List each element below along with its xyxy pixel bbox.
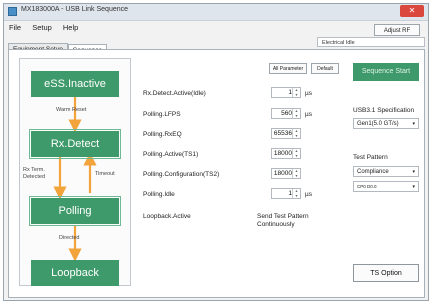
param-label-polling-active: Polling.Active(TS1) <box>143 151 199 158</box>
tab-strip: Equipment SetupSequence <box>8 37 108 56</box>
menu-bar: File Setup Help Adjust RF <box>4 21 428 36</box>
param-input-polling-idle[interactable]: 1 ▲ ▼ <box>271 188 301 199</box>
label-directed: Directed <box>59 235 80 241</box>
param-label-loopback-active: Loopback.Active <box>143 213 191 220</box>
label-rx-term: Rx Term. <box>23 167 45 173</box>
usb-spec-label: USB3.1 Specification <box>353 107 415 114</box>
sequence-start-button[interactable]: Sequence Start <box>353 63 419 81</box>
adjust-rf-button[interactable]: Adjust RF <box>374 24 420 36</box>
close-button[interactable]: ✕ <box>400 5 424 17</box>
param-label-rx-detect: Rx.Detect.Active(Idle) <box>143 90 206 97</box>
param-value: 65536 <box>273 130 292 137</box>
chevron-down-icon: ▾ <box>412 184 415 190</box>
param-label-polling-idle: Polling.Idle <box>143 191 175 198</box>
state-ess-inactive[interactable]: eSS.Inactive <box>31 71 119 97</box>
param-label-polling-config: Polling.Configuration(TS2) <box>143 171 220 178</box>
label-warm-reset: Warm Reset <box>56 107 87 113</box>
param-unit: µs <box>305 191 312 198</box>
usb-spec-select[interactable]: Gen1(5.0 GT/s) ▾ <box>353 118 419 129</box>
state-polling[interactable]: Polling <box>29 196 121 226</box>
menu-help[interactable]: Help <box>58 21 82 32</box>
spin-arrows-icon[interactable]: ▲ ▼ <box>292 129 300 138</box>
param-unit: µs <box>305 90 312 97</box>
param-input-polling-active[interactable]: 18000 ▲ ▼ <box>271 148 301 159</box>
chevron-down-icon: ▾ <box>412 121 415 127</box>
param-label-polling-lfps: Polling.LFPS <box>143 111 181 118</box>
pattern-sub-select[interactable]: CP0 D0.0 ▾ <box>353 181 419 192</box>
param-input-polling-config[interactable]: 18000 ▲ ▼ <box>271 168 301 179</box>
ltssm-state-field: Electrical Idle <box>317 37 425 47</box>
label-timeout: Timeout <box>95 171 115 177</box>
param-value: 18000 <box>273 150 292 157</box>
param-input-rx-detect[interactable]: 1 ▲ ▼ <box>271 87 301 98</box>
param-value: 560 <box>281 110 292 117</box>
param-value: 18000 <box>273 170 292 177</box>
spin-arrows-icon[interactable]: ▲ ▼ <box>292 189 300 198</box>
all-parameter-button[interactable]: All Parameter <box>269 63 307 74</box>
ltssm-diagram: eSS.Inactive Warm Reset Rx.Detect Rx Ter… <box>19 58 131 286</box>
window-title: MX183000A - USB Link Sequence <box>21 6 129 13</box>
default-button[interactable]: Default <box>311 63 339 74</box>
state-loopback[interactable]: Loopback <box>31 260 119 286</box>
chevron-down-icon: ▾ <box>412 169 415 175</box>
app-window: MX183000A - USB Link Sequence ✕ File Set… <box>3 3 429 301</box>
loopback-description: Send Test Pattern Continuously <box>257 213 309 228</box>
test-pattern-select[interactable]: Compliance ▾ <box>353 166 419 177</box>
sequence-panel: eSS.Inactive Warm Reset Rx.Detect Rx Ter… <box>8 49 425 298</box>
app-icon <box>8 7 17 16</box>
menu-file[interactable]: File <box>4 21 25 32</box>
menu-setup[interactable]: Setup <box>27 21 56 32</box>
param-input-polling-rxeq[interactable]: 65536 ▲ ▼ <box>271 128 301 139</box>
spin-arrows-icon[interactable]: ▲ ▼ <box>292 88 300 97</box>
spin-arrows-icon[interactable]: ▲ ▼ <box>292 169 300 178</box>
spin-arrows-icon[interactable]: ▲ ▼ <box>292 109 300 118</box>
state-rx-detect[interactable]: Rx.Detect <box>29 129 121 159</box>
ts-option-button[interactable]: TS Option <box>353 264 419 282</box>
param-input-polling-lfps[interactable]: 560 ▲ ▼ <box>271 108 301 119</box>
spin-arrows-icon[interactable]: ▲ ▼ <box>292 149 300 158</box>
label-detected: Detected <box>23 174 46 180</box>
test-pattern-label: Test Pattern <box>353 154 388 161</box>
title-bar: MX183000A - USB Link Sequence ✕ <box>4 4 428 21</box>
param-label-polling-rxeq: Polling.RxEQ <box>143 131 182 138</box>
param-unit: µs <box>305 111 312 118</box>
